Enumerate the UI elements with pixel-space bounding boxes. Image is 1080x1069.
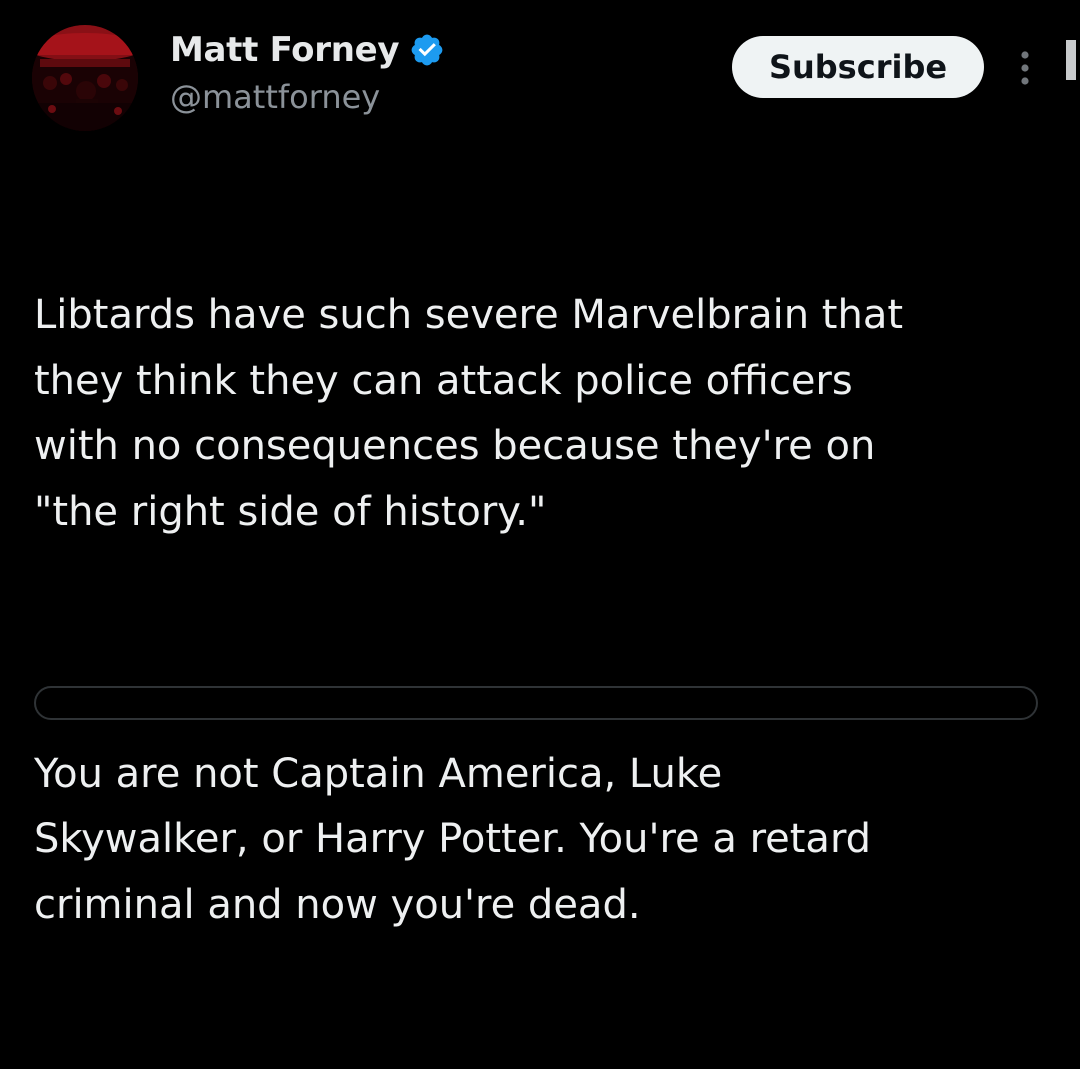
subscribe-button[interactable]: Subscribe (732, 36, 984, 98)
avatar[interactable] (32, 25, 138, 131)
more-vertical-icon[interactable] (1008, 46, 1042, 90)
avatar-photo (32, 25, 138, 131)
tweet-paragraph-1: Libtards have such severe Marvelbrain th… (34, 292, 904, 535)
verified-badge-icon[interactable] (409, 32, 445, 68)
quoted-card-edge[interactable] (34, 686, 1038, 720)
author-handle[interactable]: @mattforney (170, 78, 445, 116)
scrollbar-thumb[interactable] (1066, 40, 1076, 80)
tweet: Matt Forney @mattforney Subscribe Libtar… (0, 0, 1080, 928)
tweet-text: Libtards have such severe Marvelbrain th… (34, 152, 1054, 1069)
author-block: Matt Forney @mattforney (170, 28, 445, 116)
author-display-name[interactable]: Matt Forney (170, 30, 400, 70)
tweet-paragraph-2: You are not Captain America, Luke Skywal… (34, 750, 872, 928)
name-row: Matt Forney (170, 28, 445, 72)
